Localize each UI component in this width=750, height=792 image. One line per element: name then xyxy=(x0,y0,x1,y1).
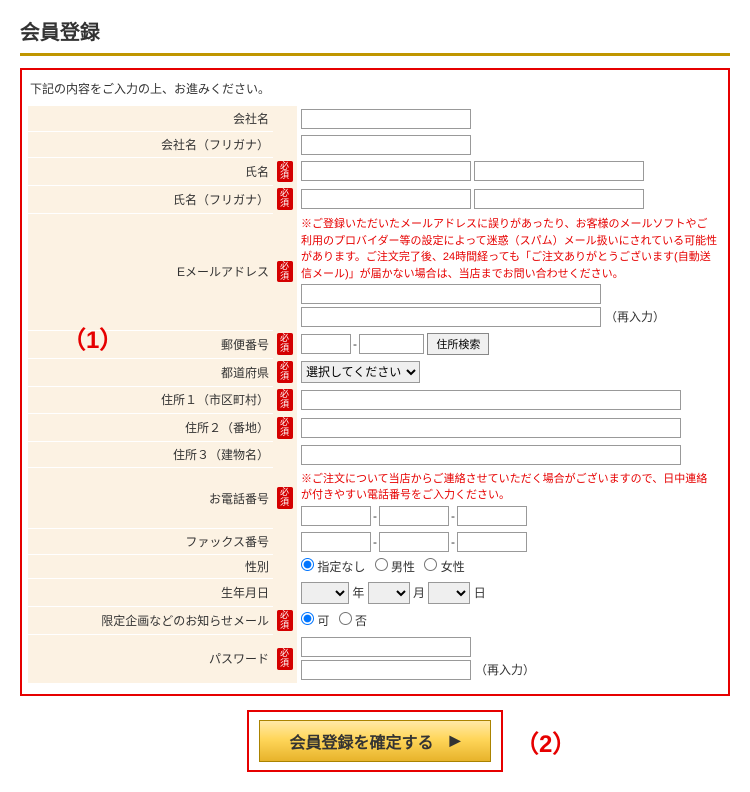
label-pref: 都道府県 xyxy=(28,358,273,386)
tel1-input[interactable] xyxy=(301,506,371,526)
pref-select[interactable]: 選択してください xyxy=(301,361,420,383)
form-container: （1） 下記の内容をご入力の上、お進みください。 会社名 会社名（フリガナ） 氏… xyxy=(20,68,730,696)
required-badge: 必須 xyxy=(277,261,293,283)
newsletter-yes-radio[interactable] xyxy=(301,612,314,625)
zip-search-button[interactable]: 住所検索 xyxy=(427,333,489,355)
fax2-input[interactable] xyxy=(379,532,449,552)
name-kana-last-input[interactable] xyxy=(301,189,471,209)
zip1-input[interactable] xyxy=(301,334,351,354)
arrow-icon: ▶ xyxy=(450,732,461,749)
callout-1: （1） xyxy=(62,320,123,355)
label-password: パスワード xyxy=(28,634,273,683)
newsletter-no-radio[interactable] xyxy=(339,612,352,625)
form-table: 会社名 会社名（フリガナ） 氏名 必須 氏名（フリガナ） xyxy=(28,105,722,684)
label-addr3: 住所３（建物名） xyxy=(28,442,273,468)
name-first-input[interactable] xyxy=(474,161,644,181)
label-email: Eメールアドレス xyxy=(28,213,273,330)
company-input[interactable] xyxy=(301,109,471,129)
label-addr2: 住所２（番地） xyxy=(28,414,273,442)
birth-y-unit: 年 xyxy=(352,586,364,600)
required-badge: 必須 xyxy=(277,648,293,670)
sex-f-label[interactable]: 女性 xyxy=(424,560,464,574)
birth-year-select[interactable] xyxy=(301,582,349,604)
label-sex: 性別 xyxy=(28,555,273,579)
required-badge: 必須 xyxy=(277,188,293,210)
newsletter-no-label[interactable]: 否 xyxy=(339,614,367,628)
label-company-kana: 会社名（フリガナ） xyxy=(28,132,273,158)
birth-day-select[interactable] xyxy=(428,582,470,604)
submit-label: 会員登録を確定する xyxy=(290,729,434,753)
name-kana-first-input[interactable] xyxy=(474,189,644,209)
birth-m-unit: 月 xyxy=(413,586,425,600)
label-company: 会社名 xyxy=(28,106,273,132)
label-name: 氏名 xyxy=(28,158,273,186)
sex-none-radio[interactable] xyxy=(301,558,314,571)
title-divider xyxy=(20,53,730,56)
addr2-input[interactable] xyxy=(301,418,681,438)
name-last-input[interactable] xyxy=(301,161,471,181)
email-reenter-hint: （再入力） xyxy=(605,308,665,325)
submit-button[interactable]: 会員登録を確定する ▶ xyxy=(259,720,491,762)
email-note: ※ご登録いただいたメールアドレスに誤りがあったり、お客様のメールソフトやご利用の… xyxy=(301,216,718,282)
company-kana-input[interactable] xyxy=(301,135,471,155)
password-input[interactable] xyxy=(301,637,471,657)
label-name-kana: 氏名（フリガナ） xyxy=(28,185,273,213)
submit-row: 会員登録を確定する ▶ （2） xyxy=(20,710,730,772)
callout-2: （2） xyxy=(515,724,576,759)
addr3-input[interactable] xyxy=(301,445,681,465)
fax1-input[interactable] xyxy=(301,532,371,552)
required-badge: 必須 xyxy=(277,610,293,632)
sex-m-radio[interactable] xyxy=(375,558,388,571)
instruction-text: 下記の内容をご入力の上、お進みください。 xyxy=(28,76,722,105)
password-reenter-hint: （再入力） xyxy=(475,661,535,678)
fax3-input[interactable] xyxy=(457,532,527,552)
birth-d-unit: 日 xyxy=(474,586,486,600)
addr1-input[interactable] xyxy=(301,390,681,410)
newsletter-yes-label[interactable]: 可 xyxy=(301,614,329,628)
submit-box: 会員登録を確定する ▶ xyxy=(247,710,503,772)
tel2-input[interactable] xyxy=(379,506,449,526)
password-confirm-input[interactable] xyxy=(301,660,471,680)
zip2-input[interactable] xyxy=(359,334,424,354)
sex-none-label[interactable]: 指定なし xyxy=(301,560,365,574)
tel-note: ※ご注文について当店からご連絡させていただく場合がございますので、日中連絡が付き… xyxy=(301,471,718,504)
required-badge: 必須 xyxy=(277,417,293,439)
page-title: 会員登録 xyxy=(20,10,730,53)
label-birth: 生年月日 xyxy=(28,579,273,607)
label-newsletter: 限定企画などのお知らせメール xyxy=(28,607,273,635)
sex-m-label[interactable]: 男性 xyxy=(375,560,415,574)
required-badge: 必須 xyxy=(277,487,293,509)
required-badge: 必須 xyxy=(277,389,293,411)
label-fax: ファックス番号 xyxy=(28,529,273,555)
required-badge: 必須 xyxy=(277,161,293,183)
required-badge: 必須 xyxy=(277,361,293,383)
birth-month-select[interactable] xyxy=(368,582,410,604)
sex-f-radio[interactable] xyxy=(424,558,437,571)
tel3-input[interactable] xyxy=(457,506,527,526)
label-addr1: 住所１（市区町村） xyxy=(28,386,273,414)
email-confirm-input[interactable] xyxy=(301,307,601,327)
email-input[interactable] xyxy=(301,284,601,304)
required-badge: 必須 xyxy=(277,333,293,355)
label-tel: お電話番号 xyxy=(28,468,273,529)
